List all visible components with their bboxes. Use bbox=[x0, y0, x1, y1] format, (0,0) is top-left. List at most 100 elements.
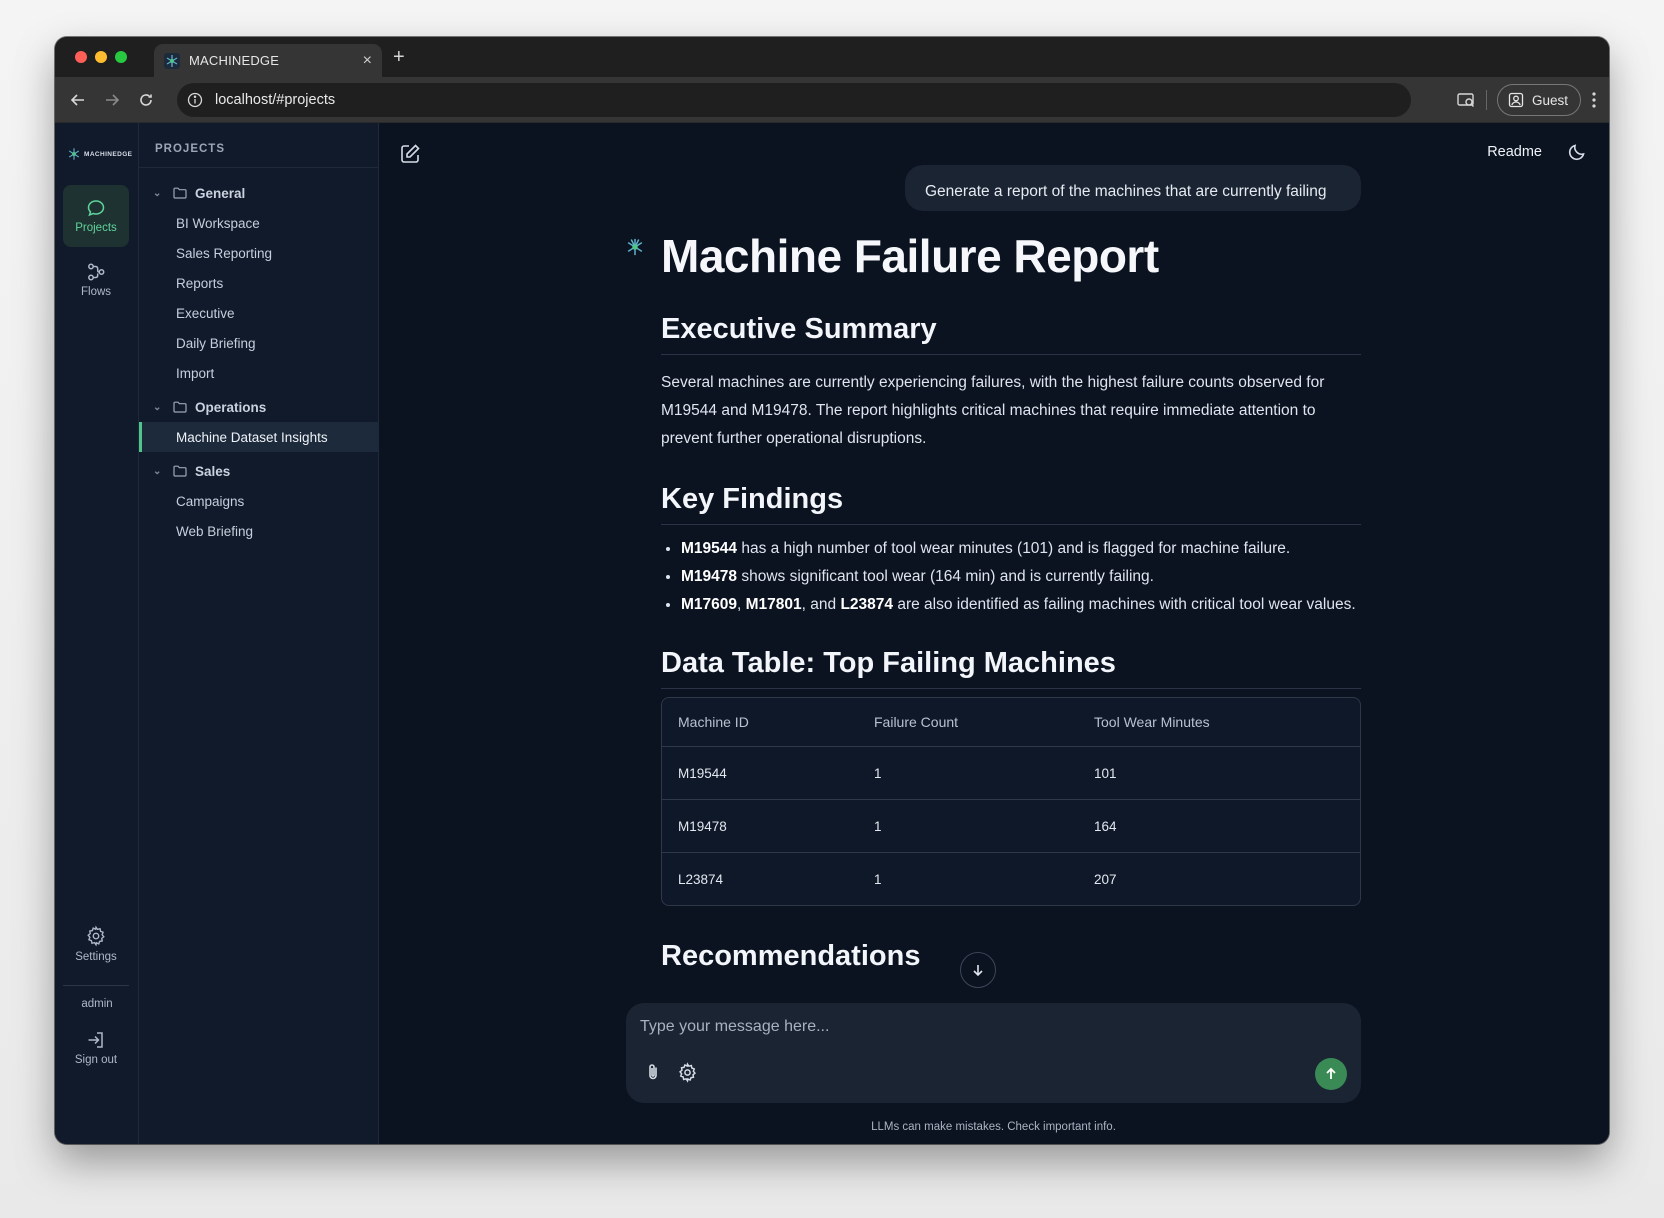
rail-flows[interactable]: Flows bbox=[63, 249, 129, 311]
key-findings-heading: Key Findings bbox=[661, 483, 1361, 525]
project-item[interactable]: Daily Briefing bbox=[139, 328, 378, 358]
folder-operations[interactable]: ⌄ Operations bbox=[139, 392, 378, 422]
project-item-active[interactable]: Machine Dataset Insights bbox=[139, 422, 378, 452]
finding-machine-id: M19478 bbox=[681, 568, 738, 585]
arrow-up-icon bbox=[1326, 1067, 1336, 1079]
message-input[interactable] bbox=[640, 1015, 1240, 1039]
minimize-window-button[interactable] bbox=[95, 51, 107, 63]
browser-toolbar: localhost/#projects Guest bbox=[55, 77, 1609, 123]
gear-icon bbox=[87, 925, 105, 947]
arrow-down-icon bbox=[973, 965, 983, 977]
chat-main: Generate a report of the machines that a… bbox=[379, 123, 1609, 1144]
logo-text: MACHINEDGE bbox=[84, 150, 133, 158]
executive-summary-text: Several machines are currently experienc… bbox=[661, 374, 1325, 447]
tab-close-icon[interactable]: × bbox=[363, 52, 372, 70]
scroll-to-bottom-button[interactable] bbox=[960, 952, 996, 988]
new-tab-button[interactable]: + bbox=[393, 45, 405, 69]
column-header: Machine ID bbox=[678, 714, 749, 730]
rail-divider bbox=[63, 985, 129, 986]
send-button[interactable] bbox=[1315, 1058, 1347, 1090]
table-row: M19544 1 101 bbox=[662, 746, 1360, 799]
forward-arrow-icon[interactable] bbox=[101, 89, 123, 111]
disclaimer-text: LLMs can make mistakes. Check important … bbox=[871, 1121, 1116, 1133]
finding-item: M17609, M17801, and L23874 are also iden… bbox=[681, 593, 1361, 617]
finding-item: M19544 has a high number of tool wear mi… bbox=[681, 537, 1361, 561]
assistant-avatar-icon bbox=[625, 237, 645, 262]
findings-list: M19544 has a high number of tool wear mi… bbox=[661, 537, 1361, 617]
finding-machine-id: M19544 bbox=[681, 540, 738, 557]
table-cell: 1 bbox=[874, 765, 882, 781]
table-cell: 164 bbox=[1094, 818, 1117, 834]
rail-flows-label: Flows bbox=[80, 286, 112, 298]
table-header-row: Machine ID Failure Count Tool Wear Minut… bbox=[662, 698, 1360, 746]
finding-text: shows significant tool wear (164 min) an… bbox=[737, 568, 1154, 585]
project-item[interactable]: Executive bbox=[139, 298, 378, 328]
assistant-report: Machine Failure Report Executive Summary… bbox=[661, 229, 1361, 981]
finding-text: has a high number of tool wear minutes (… bbox=[737, 540, 1291, 557]
table-cell: 101 bbox=[1094, 765, 1117, 781]
nav-rail: MACHINEDGE Projects Flows Settings admin… bbox=[55, 123, 139, 1144]
project-item[interactable]: Campaigns bbox=[139, 486, 378, 516]
close-window-button[interactable] bbox=[75, 51, 87, 63]
maximize-window-button[interactable] bbox=[115, 51, 127, 63]
project-item[interactable]: Web Briefing bbox=[139, 516, 378, 546]
table-cell: M19478 bbox=[678, 818, 727, 834]
project-item[interactable]: Reports bbox=[139, 268, 378, 298]
browser-tab[interactable]: MACHINEDGE × bbox=[154, 44, 382, 77]
finding-text: are also identified as failing machines … bbox=[893, 596, 1356, 613]
table-cell: 207 bbox=[1094, 871, 1117, 887]
chevron-down-icon: ⌄ bbox=[153, 401, 162, 413]
failing-machines-table: Machine ID Failure Count Tool Wear Minut… bbox=[661, 697, 1361, 906]
back-arrow-icon[interactable] bbox=[67, 89, 89, 111]
finding-item: M19478 shows significant tool wear (164 … bbox=[681, 565, 1361, 589]
sign-out-label: Sign out bbox=[74, 1054, 118, 1066]
site-info-icon[interactable] bbox=[187, 92, 203, 108]
project-item[interactable]: Import bbox=[139, 358, 378, 388]
column-header: Failure Count bbox=[874, 714, 959, 730]
table-cell: 1 bbox=[874, 871, 882, 887]
finding-text: , bbox=[737, 596, 746, 613]
project-item[interactable]: BI Workspace bbox=[139, 208, 378, 238]
profile-button[interactable]: Guest bbox=[1496, 84, 1581, 116]
address-bar[interactable]: localhost/#projects bbox=[177, 83, 1411, 117]
url-text: localhost/#projects bbox=[215, 92, 336, 108]
cast-search-icon[interactable] bbox=[1456, 90, 1476, 110]
moon-icon[interactable] bbox=[1567, 142, 1587, 167]
folder-label: Sales bbox=[195, 463, 231, 479]
projects-header: PROJECTS bbox=[139, 123, 378, 168]
browser-menu-icon[interactable] bbox=[1591, 91, 1597, 109]
table-row: L23874 1 207 bbox=[662, 852, 1360, 905]
readme-link[interactable]: Readme bbox=[1487, 144, 1542, 160]
user-message: Generate a report of the machines that a… bbox=[905, 165, 1361, 211]
rail-settings[interactable]: Settings bbox=[63, 913, 129, 975]
app-logo: MACHINEDGE bbox=[67, 147, 132, 161]
paperclip-icon[interactable] bbox=[641, 1060, 665, 1084]
window-controls bbox=[75, 51, 127, 63]
favicon-icon bbox=[164, 52, 180, 69]
new-chat-edit-icon[interactable] bbox=[399, 143, 421, 165]
table-cell: L23874 bbox=[678, 871, 724, 887]
folder-icon bbox=[173, 401, 187, 413]
flow-icon bbox=[88, 263, 105, 281]
username-label: admin bbox=[81, 998, 113, 1010]
project-item[interactable]: Sales Reporting bbox=[139, 238, 378, 268]
folder-label: General bbox=[195, 185, 246, 201]
sign-out-button[interactable]: Sign out bbox=[63, 1019, 129, 1077]
finding-machine-id: M17609 bbox=[681, 596, 738, 613]
rail-projects[interactable]: Projects bbox=[63, 185, 129, 247]
folder-general[interactable]: ⌄ General bbox=[139, 178, 378, 208]
profile-icon bbox=[1508, 92, 1524, 108]
executive-summary-heading: Executive Summary bbox=[661, 313, 1361, 355]
finding-text: , and bbox=[801, 596, 841, 613]
rail-settings-label: Settings bbox=[75, 951, 117, 963]
folder-sales[interactable]: ⌄ Sales bbox=[139, 456, 378, 486]
folder-icon bbox=[173, 187, 187, 199]
reload-icon[interactable] bbox=[135, 89, 157, 111]
settings-gear-icon[interactable] bbox=[675, 1060, 699, 1084]
browser-window: MACHINEDGE × + localhost/#projects Guest… bbox=[55, 37, 1609, 1144]
tab-strip: MACHINEDGE × + bbox=[55, 37, 1609, 77]
report-title: Machine Failure Report bbox=[661, 230, 1159, 282]
app-root: MACHINEDGE Projects Flows Settings admin… bbox=[55, 123, 1609, 1144]
table-row: M19478 1 164 bbox=[662, 799, 1360, 852]
data-table-heading: Data Table: Top Failing Machines bbox=[661, 647, 1361, 689]
